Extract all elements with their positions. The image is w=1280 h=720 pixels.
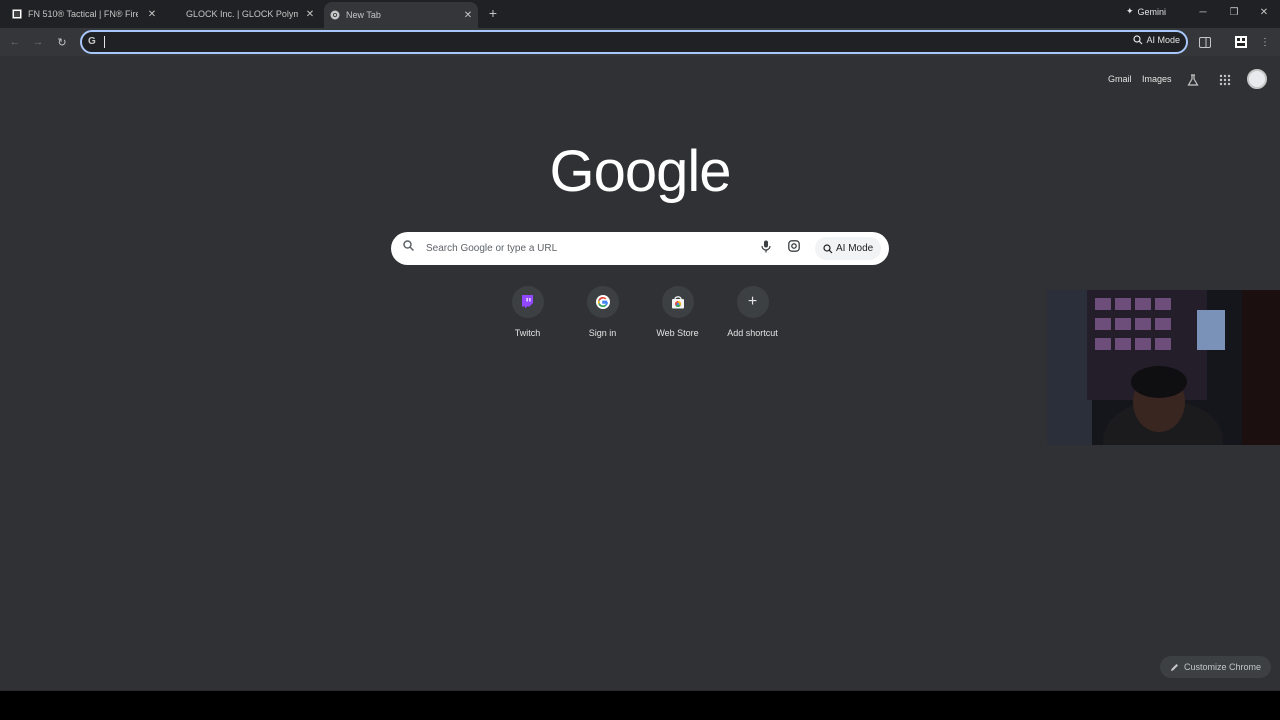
side-panel-icon[interactable] [1198, 35, 1212, 49]
shortcut-twitch[interactable]: Twitch [490, 286, 565, 338]
gemini-button[interactable]: ✦ Gemini [1126, 6, 1166, 17]
top-links: Gmail Images [1100, 69, 1280, 92]
close-tab-icon[interactable]: ✕ [304, 8, 316, 20]
search-icon [403, 240, 415, 254]
close-tab-icon[interactable]: ✕ [146, 8, 158, 20]
customize-chrome-button[interactable]: Customize Chrome [1160, 656, 1272, 678]
tab-title: New Tab [346, 10, 381, 20]
gemini-sparkle-icon: ✦ [1126, 6, 1134, 16]
ai-mode-label: AI Mode [1146, 35, 1180, 45]
ai-mode-label: AI Mode [836, 243, 874, 254]
address-bar[interactable]: G AI Mode [80, 30, 1188, 54]
google-lens-icon[interactable] [788, 240, 800, 255]
shortcut-sign-in[interactable]: Sign in [565, 286, 640, 338]
tab-fn-510[interactable]: FN 510® Tactical | FN® Firearms ✕ [12, 4, 158, 24]
google-g-icon: G [88, 36, 96, 47]
minimize-icon[interactable]: ─ [1197, 6, 1209, 18]
microphone-icon[interactable] [761, 240, 771, 256]
omnibox-ai-mode-button[interactable]: AI Mode [1133, 35, 1180, 45]
shortcut-label: Twitch [514, 328, 541, 338]
shortcut-web-store[interactable]: Web Store [640, 286, 715, 338]
restore-icon[interactable]: ❐ [1228, 6, 1240, 18]
shortcuts: Twitch Sign in Web Store + Add shortcut [490, 286, 790, 346]
shortcut-label: Sign in [588, 328, 617, 338]
close-window-icon[interactable]: ✕ [1258, 6, 1270, 18]
google-logo: Google [549, 139, 731, 204]
reload-icon[interactable]: ↻ [55, 35, 69, 49]
text-caret [104, 36, 105, 48]
toolbar: ← → ↻ G AI Mode ⋮ [0, 28, 1280, 56]
close-tab-icon[interactable]: ✕ [462, 9, 474, 21]
ai-mode-button[interactable]: AI Mode [815, 237, 882, 260]
more-menu-icon[interactable]: ⋮ [1258, 35, 1272, 49]
twitch-icon [511, 286, 544, 318]
chrome-favicon-icon [330, 10, 340, 20]
ai-search-icon [823, 243, 833, 253]
gmail-link[interactable]: Gmail [1108, 74, 1132, 84]
apps-grid-icon[interactable] [1217, 72, 1233, 88]
search-placeholder: Search Google or type a URL [426, 243, 558, 254]
pencil-icon [1171, 663, 1178, 671]
glock-favicon-icon [170, 9, 180, 19]
account-avatar[interactable] [1247, 69, 1267, 89]
shortcut-label: Add shortcut [727, 328, 778, 338]
webcam-overlay [1047, 290, 1280, 445]
google-g-icon [586, 286, 619, 318]
back-icon[interactable]: ← [8, 35, 22, 49]
new-tab-page: Gmail Images Google Search Google or typ… [0, 56, 1280, 690]
fn-favicon-icon [12, 9, 22, 19]
tab-title: FN 510® Tactical | FN® Firearms [28, 9, 138, 19]
shortcut-add[interactable]: + Add shortcut [715, 286, 790, 338]
images-link[interactable]: Images [1142, 74, 1172, 84]
tab-glock[interactable]: GLOCK Inc. | GLOCK Polymer-Framed ✕ [170, 4, 316, 24]
shortcut-label: Web Store [656, 328, 699, 338]
ai-search-icon [1133, 35, 1143, 45]
customize-label: Customize Chrome [1184, 662, 1262, 672]
search-box[interactable]: Search Google or type a URL AI Mode [391, 232, 889, 265]
taskbar [0, 690, 1280, 720]
new-tab-button[interactable]: + [486, 5, 500, 21]
web-store-icon [661, 286, 694, 318]
profile-avatar-icon[interactable] [1234, 35, 1248, 49]
tab-new-tab[interactable]: New Tab ✕ [324, 2, 478, 28]
forward-icon[interactable]: → [31, 35, 45, 49]
plus-icon: + [736, 286, 769, 318]
gemini-label: Gemini [1137, 6, 1167, 17]
tab-strip: FN 510® Tactical | FN® Firearms ✕ GLOCK … [0, 0, 1280, 28]
tab-title: GLOCK Inc. | GLOCK Polymer-Framed [186, 9, 298, 19]
labs-flask-icon[interactable] [1185, 72, 1201, 88]
